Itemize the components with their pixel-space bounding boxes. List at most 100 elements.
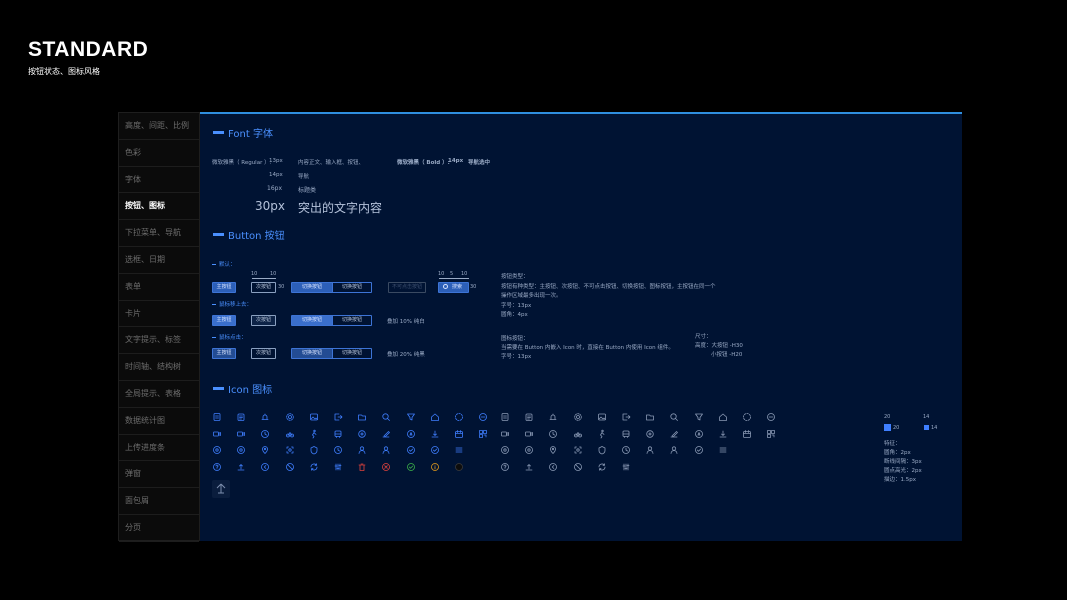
state-click-label: 鼠标点击： (212, 333, 247, 341)
primary-button[interactable]: 主按钮 (212, 282, 236, 293)
dash-icon (454, 412, 464, 422)
switch-button-group[interactable]: 切换按钮 切换按钮 (291, 282, 372, 293)
check-icon (406, 445, 416, 455)
feature-stroke: 描边：1.5px (884, 477, 916, 483)
note-icon (524, 412, 534, 422)
sidebar-item[interactable]: 上传进度条 (119, 435, 199, 462)
sidebar-item[interactable]: 面包屑 (119, 488, 199, 515)
secondary-button-active[interactable]: 次按钮 (251, 348, 276, 359)
user-icon (357, 445, 367, 455)
switch-button-on[interactable]: 切换按钮 (292, 283, 332, 292)
spec-small-height: 14 (931, 425, 938, 431)
video-icon (236, 429, 246, 439)
ban-icon (285, 462, 295, 472)
filter-icon (694, 412, 704, 422)
spec-small-square (924, 425, 929, 430)
sidebar-item[interactable]: 分页 (119, 515, 199, 542)
icon-button-font: 字号：13px (501, 354, 532, 360)
spec-large-square (884, 424, 891, 431)
at-icon (500, 445, 510, 455)
help-icon (212, 462, 222, 472)
sidebar-item[interactable]: 字体 (119, 167, 199, 194)
sidebar-item[interactable]: 数据统计图 (119, 408, 199, 435)
icon-button-title: 图标按钮： (501, 336, 529, 342)
sliders-icon (621, 462, 631, 472)
features-title: 特征： (884, 441, 901, 447)
switch-button-on[interactable]: 切换按钮 (292, 349, 332, 358)
sidebar-item[interactable]: 按钮、图标 (119, 193, 199, 221)
bold-font-label: 微软雅黑（ Bold ）: (397, 160, 450, 166)
sidebar-item[interactable]: 卡片 (119, 301, 199, 328)
folder-icon (357, 412, 367, 422)
hover-note: 叠加 10% 纯白 (387, 319, 425, 325)
switch-button-off[interactable]: 切换按钮 (332, 349, 371, 358)
edit-icon (669, 429, 679, 439)
shield-icon (597, 445, 607, 455)
state-default-label: 默认： (212, 260, 236, 268)
feature-radius: 圆角：2px (884, 450, 911, 456)
upload-icon (216, 483, 226, 494)
refresh-icon (597, 462, 607, 472)
left-icon (548, 462, 558, 472)
target-icon (645, 429, 655, 439)
gear-icon (573, 412, 583, 422)
sidebar-item[interactable]: 弹窗 (119, 461, 199, 489)
page-title: STANDARD (28, 38, 149, 61)
search-icon (669, 412, 679, 422)
home-icon (430, 412, 440, 422)
button-types-desc-2: 操作区域最多出现一次。 (501, 293, 562, 299)
pin-icon (548, 445, 558, 455)
switch-button-off[interactable]: 切换按钮 (332, 283, 371, 292)
bus-icon (621, 429, 631, 439)
secondary-button-hover[interactable]: 次按钮 (251, 315, 276, 326)
bell-icon (548, 412, 558, 422)
search-button[interactable]: 搜索 (438, 282, 469, 293)
upload-icon-button[interactable] (212, 480, 230, 498)
disabled-button: 不可点击按钮 (388, 282, 426, 293)
logout-icon (621, 412, 631, 422)
switch-button-off[interactable]: 切换按钮 (332, 316, 371, 325)
sidebar-item[interactable]: 高度、间距、比例 (119, 113, 199, 140)
icon-section-title: Icon 图标 (213, 381, 272, 396)
switch-button-on[interactable]: 切换按钮 (292, 316, 332, 325)
font-section-title: Font 字体 (213, 125, 273, 140)
doc-icon (500, 412, 510, 422)
sidebar-item[interactable]: 表单 (119, 274, 199, 301)
dim-line (439, 278, 469, 279)
qr-icon (478, 429, 488, 439)
sidebar-item[interactable]: 文字提示、标签 (119, 327, 199, 355)
page-header: STANDARD 按钮状态、图标风格 (28, 38, 148, 77)
sidebar-item[interactable]: 全局提示、表格 (119, 381, 199, 408)
image-icon (597, 412, 607, 422)
video-icon (500, 429, 510, 439)
spec-large-height: 20 (893, 425, 900, 431)
search-icon (381, 412, 391, 422)
user-icon (645, 445, 655, 455)
search-icon (443, 284, 448, 289)
gear-icon (285, 412, 295, 422)
primary-button-hover[interactable]: 主按钮 (212, 315, 236, 326)
scan-icon (573, 445, 583, 455)
sidebar-item[interactable]: 色彩 (119, 140, 199, 167)
note-icon (236, 412, 246, 422)
dim-height: 30 (278, 284, 285, 290)
bold-font-desc: 导航选中 (468, 160, 491, 166)
upload-icon (524, 462, 534, 472)
switch-button-group-hover[interactable]: 切换按钮 切换按钮 (291, 315, 372, 326)
sidebar-item[interactable]: 时间轴、结构树 (119, 354, 199, 381)
secondary-button[interactable]: 次按钮 (251, 282, 276, 293)
dim-icon-right: 10 (461, 271, 468, 277)
bell-icon (260, 412, 270, 422)
sidebar: 高度、间距、比例 色彩 字体 按钮、图标 下拉菜单、导航 选框、日期 表单 卡片 文字提示、标签… (118, 112, 200, 542)
logout-icon (333, 412, 343, 422)
switch-button-group-active[interactable]: 切换按钮 切换按钮 (291, 348, 372, 359)
sidebar-item[interactable]: 选框、日期 (119, 247, 199, 274)
sidebar-item[interactable]: 下拉菜单、导航 (119, 220, 199, 247)
primary-button-active[interactable]: 主按钮 (212, 348, 236, 359)
font-desc-16: 标题类 (298, 187, 317, 194)
bus-icon (333, 429, 343, 439)
user-icon (669, 445, 679, 455)
button-types-font: 字号：13px (501, 303, 532, 309)
run-icon (309, 429, 319, 439)
font-size-14: 14px (269, 172, 283, 178)
